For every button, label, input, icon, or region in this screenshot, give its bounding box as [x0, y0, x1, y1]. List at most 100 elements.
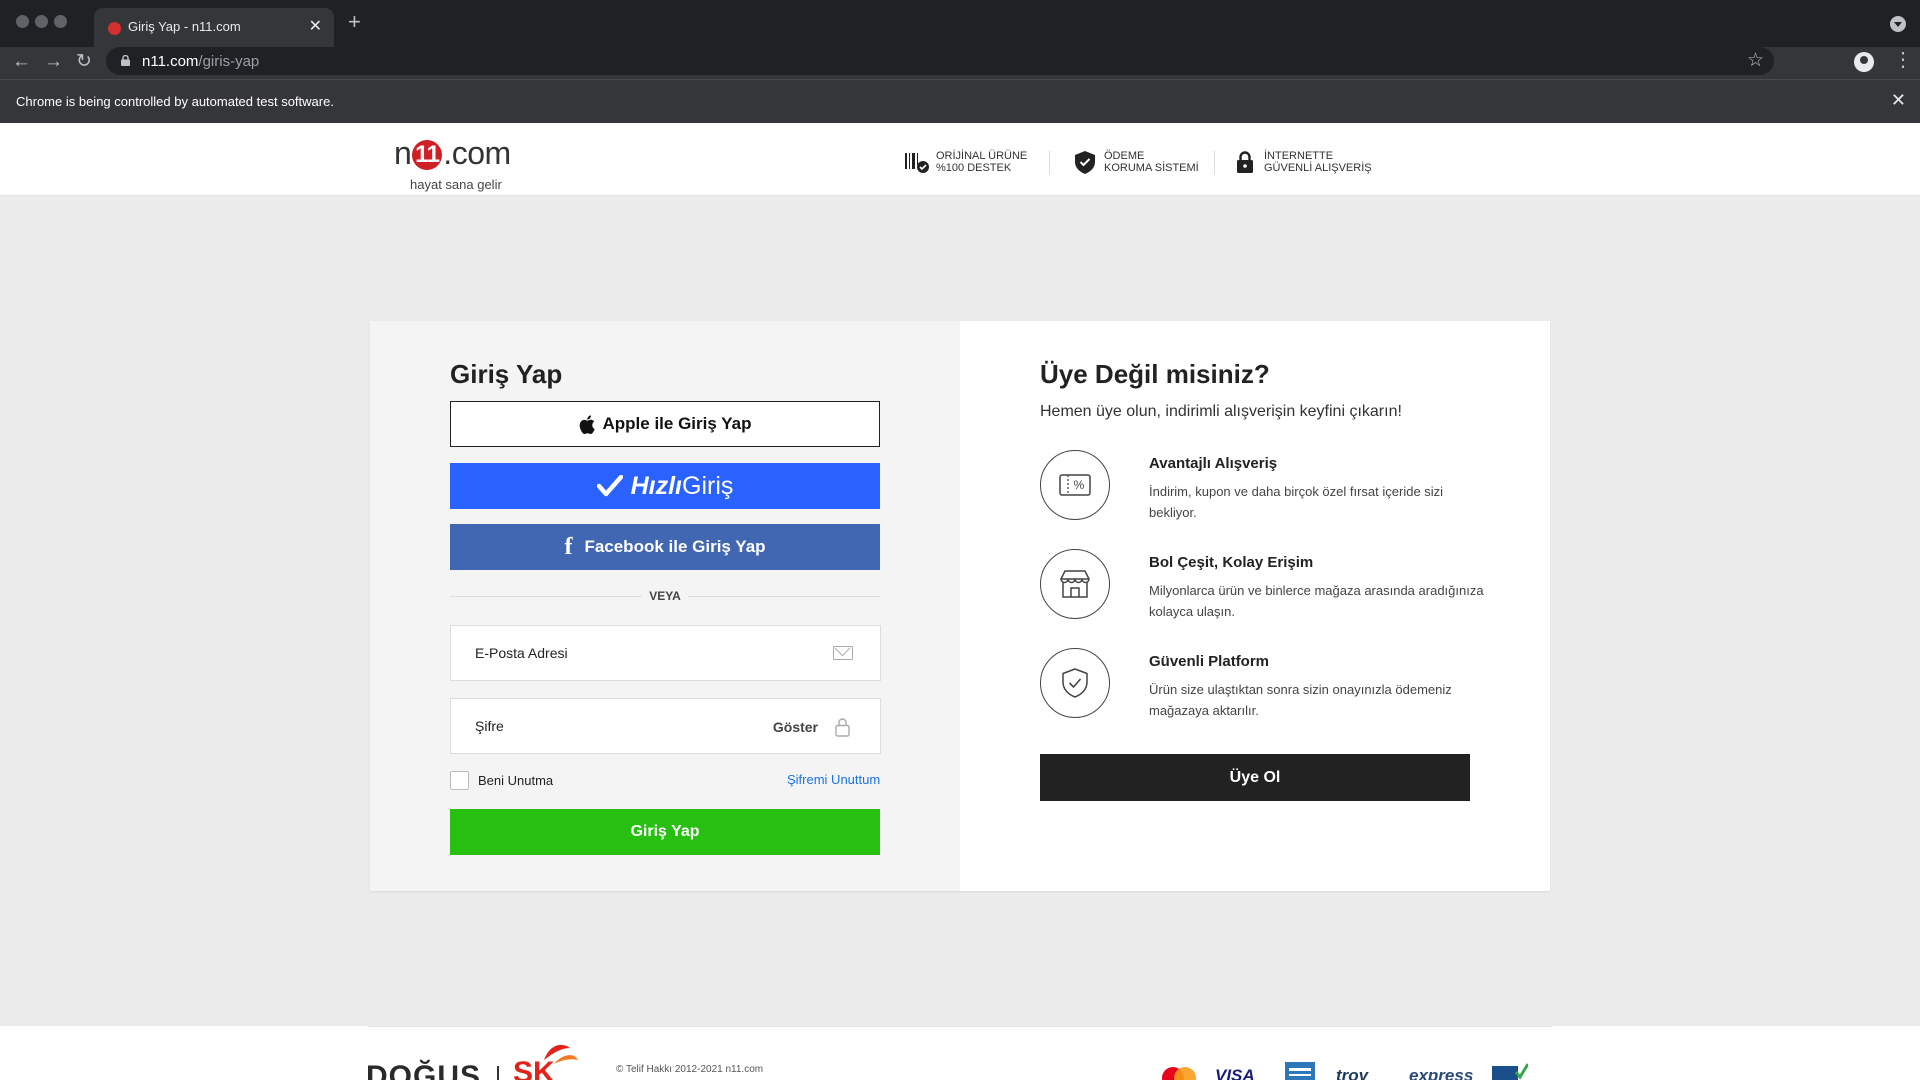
coupon-icon: %: [1040, 450, 1110, 520]
bkm-express-icon: express: [1409, 1066, 1474, 1080]
trust-line2: KORUMA SİSTEMİ: [1104, 162, 1199, 174]
padlock-icon: [835, 718, 850, 737]
trust-line1: ORİJİNAL ÜRÜNE: [936, 150, 1028, 162]
pci-dss-icon: [1492, 1063, 1528, 1080]
checkmark-icon: [596, 475, 623, 497]
barcode-check-icon: [905, 153, 929, 173]
shield-glyph: [1062, 668, 1088, 698]
logo-suffix: .com: [443, 135, 511, 171]
tab-search-icon[interactable]: [1890, 16, 1906, 32]
sk-butterfly-icon: [544, 1044, 578, 1064]
n11-logo[interactable]: n 11 .com hayat sana gelir: [394, 135, 534, 193]
lock-icon: [121, 55, 130, 66]
signup-panel: Üye Değil misiniz? Hemen üye olun, indir…: [960, 321, 1550, 891]
shield-check-icon: [1075, 151, 1095, 174]
remember-me-label[interactable]: Beni Unutma: [478, 773, 553, 788]
facebook-login-button[interactable]: f Facebook ile Giriş Yap: [450, 524, 880, 570]
signup-button[interactable]: Üye Ol: [1040, 754, 1470, 801]
hizli-bold: Hızlı: [630, 471, 682, 500]
show-password-toggle[interactable]: Göster: [773, 719, 818, 735]
auth-card: Giriş Yap Apple ile Giriş Yap HızlıGiriş…: [370, 321, 1550, 891]
back-icon[interactable]: ←: [12, 49, 31, 75]
login-submit-button[interactable]: Giriş Yap: [450, 809, 880, 855]
address-bar[interactable]: n11.com/giris-yap ☆: [106, 47, 1774, 75]
benefit-desc: İndirim, kupon ve daha birçok özel fırsa…: [1149, 484, 1444, 520]
tab-title: Giriş Yap - n11.com: [128, 19, 241, 34]
trust-line2: GÜVENLİ ALIŞVERİŞ: [1264, 162, 1372, 174]
store-icon: [1040, 549, 1110, 619]
profile-avatar-icon[interactable]: [1854, 52, 1874, 72]
forward-icon[interactable]: →: [44, 49, 63, 75]
site-header: n 11 .com hayat sana gelir ORİJİNAL ÜRÜNE%…: [0, 123, 1920, 196]
window-close-dot[interactable]: [16, 15, 29, 28]
url-host: n11.com: [142, 53, 199, 70]
facebook-icon: f: [564, 533, 573, 560]
trust-text: İNTERNETTE GÜVENLİ ALIŞVERİŞ: [1264, 150, 1372, 174]
apple-login-label: Apple ile Giriş Yap: [602, 414, 752, 433]
trust-text: ÖDEME KORUMA SİSTEMİ: [1104, 150, 1199, 174]
divider: [1214, 151, 1215, 175]
envelope-icon: [833, 646, 853, 660]
remember-me-checkbox[interactable]: [450, 771, 469, 790]
benefit-title: Bol Çeşit, Kolay Erişim: [1149, 554, 1314, 571]
copyright-text: © Telif Hakkı 2012-2021 n11.com: [616, 1064, 764, 1075]
hizli-rest: Giriş: [682, 471, 734, 500]
signup-subtitle: Hemen üye olun, indirimli alışverişin ke…: [1040, 403, 1402, 420]
trust-text: ORİJİNAL ÜRÜNE %100 DESTEK: [936, 150, 1027, 174]
trust-line1: İNTERNETTE: [1264, 150, 1334, 162]
logo-ladybug: 11: [412, 140, 443, 170]
logo-tagline: hayat sana gelir: [410, 177, 502, 192]
browser-menu-icon[interactable]: ⋮: [1893, 50, 1913, 70]
email-field[interactable]: [450, 625, 881, 681]
logo-wordmark: n 11 .com: [394, 135, 511, 172]
apple-icon: [579, 414, 595, 434]
footer-logo-separator: [497, 1066, 499, 1080]
mastercard-icon: [1162, 1067, 1196, 1080]
dogus-logo: DOĞUŞ: [366, 1060, 482, 1080]
browser-toolbar: ← → ↻ n11.com/giris-yap ☆ ⋮: [0, 47, 1920, 79]
hizli-giris-label: HızlıGiriş: [631, 472, 734, 501]
store-glyph: [1060, 570, 1090, 598]
url-path: /giris-yap: [198, 53, 260, 70]
forgot-password-link[interactable]: Şifremi Unuttum: [787, 772, 880, 787]
amex-icon: [1285, 1062, 1315, 1080]
tab-close-icon[interactable]: ✕: [309, 16, 322, 36]
benefit-title: Güvenli Platform: [1149, 653, 1270, 670]
window-zoom-dot[interactable]: [54, 15, 67, 28]
site-footer: DOĞUŞ SK © Telif Hakkı 2012-2021 n11.com…: [0, 1026, 1920, 1080]
trust-line1: ÖDEME: [1104, 150, 1145, 162]
login-panel: Giriş Yap Apple ile Giriş Yap HızlıGiriş…: [370, 321, 960, 891]
password-field[interactable]: Göster: [450, 698, 881, 754]
browser-tab[interactable]: Giriş Yap - n11.com ✕: [94, 8, 334, 48]
infobar-close-icon[interactable]: ✕: [1891, 90, 1906, 111]
logo-prefix: n: [394, 135, 412, 171]
browser-tabstrip: Giriş Yap - n11.com ✕ +: [0, 0, 1920, 48]
footer-divider: [368, 1026, 1552, 1027]
troy-icon: troy: [1336, 1066, 1369, 1080]
reload-icon[interactable]: ↻: [76, 49, 92, 75]
automation-infobar: Chrome is being controlled by automated …: [0, 79, 1920, 123]
visa-icon: VISA: [1215, 1066, 1255, 1080]
facebook-login-label: Facebook ile Giriş Yap: [584, 537, 766, 556]
benefit-title: Avantajlı Alışveriş: [1149, 455, 1278, 472]
apple-login-button[interactable]: Apple ile Giriş Yap: [450, 401, 880, 447]
benefit-desc: Ürün size ulaştıktan sonra sizin onayını…: [1149, 682, 1452, 718]
divider: [1049, 151, 1050, 175]
window-minimize-dot[interactable]: [35, 15, 48, 28]
url-text: n11.com/giris-yap: [142, 53, 259, 70]
trust-line2: %100 DESTEK: [936, 162, 1012, 174]
benefit-desc: Milyonlarca ürün ve binlerce mağaza aras…: [1149, 583, 1484, 619]
email-input[interactable]: [451, 626, 880, 680]
shield-check-icon: [1040, 648, 1110, 718]
new-tab-icon[interactable]: +: [348, 11, 361, 33]
login-title: Giriş Yap: [450, 359, 563, 389]
coupon-glyph: %: [1059, 474, 1091, 496]
padlock-icon: [1237, 151, 1253, 173]
hizli-giris-button[interactable]: HızlıGiriş: [450, 463, 880, 509]
bookmark-star-icon[interactable]: ☆: [1747, 49, 1764, 72]
or-divider-label: VEYA: [642, 589, 688, 603]
svg-text:%: %: [1074, 478, 1085, 492]
signup-title: Üye Değil misiniz?: [1040, 359, 1270, 389]
n11-favicon-icon: [108, 22, 121, 35]
infobar-message: Chrome is being controlled by automated …: [16, 94, 334, 109]
